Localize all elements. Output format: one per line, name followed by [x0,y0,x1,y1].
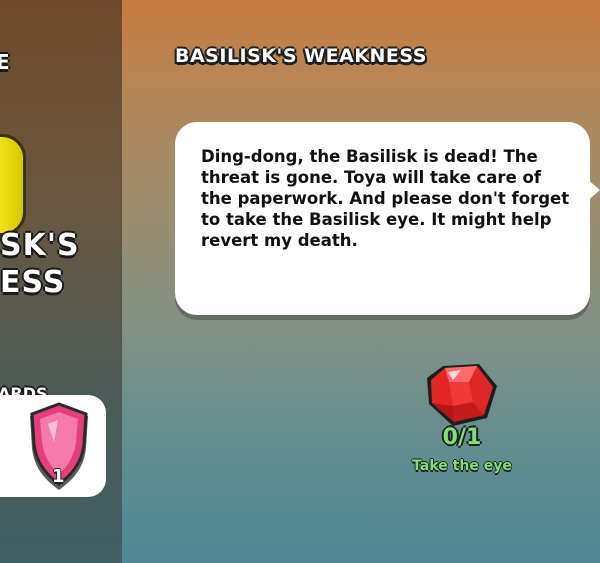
quest-title: BASILISK'S WEAKNESS [175,45,427,67]
dialogue-bubble: Ding-dong, the Basilisk is dead! The thr… [175,122,590,315]
red-gem-icon [423,360,501,430]
objective-progress: 0/1 [442,425,482,450]
objective[interactable]: 0/1 Take the eye [395,355,545,485]
bubble-tail [586,178,600,202]
left-panel-title-line2: ESS [0,265,66,300]
previous-quest-panel[interactable]: E SK'S ESS ARDS 1 [0,0,122,563]
left-panel-top-fragment: E [0,50,10,74]
objective-label: Take the eye [412,458,512,474]
reward-count: 1 [52,466,65,487]
dialogue-text: Ding-dong, the Basilisk is dead! The thr… [201,147,570,250]
yellow-gem-icon [0,134,26,236]
left-panel-title-line1: SK'S [0,228,80,263]
